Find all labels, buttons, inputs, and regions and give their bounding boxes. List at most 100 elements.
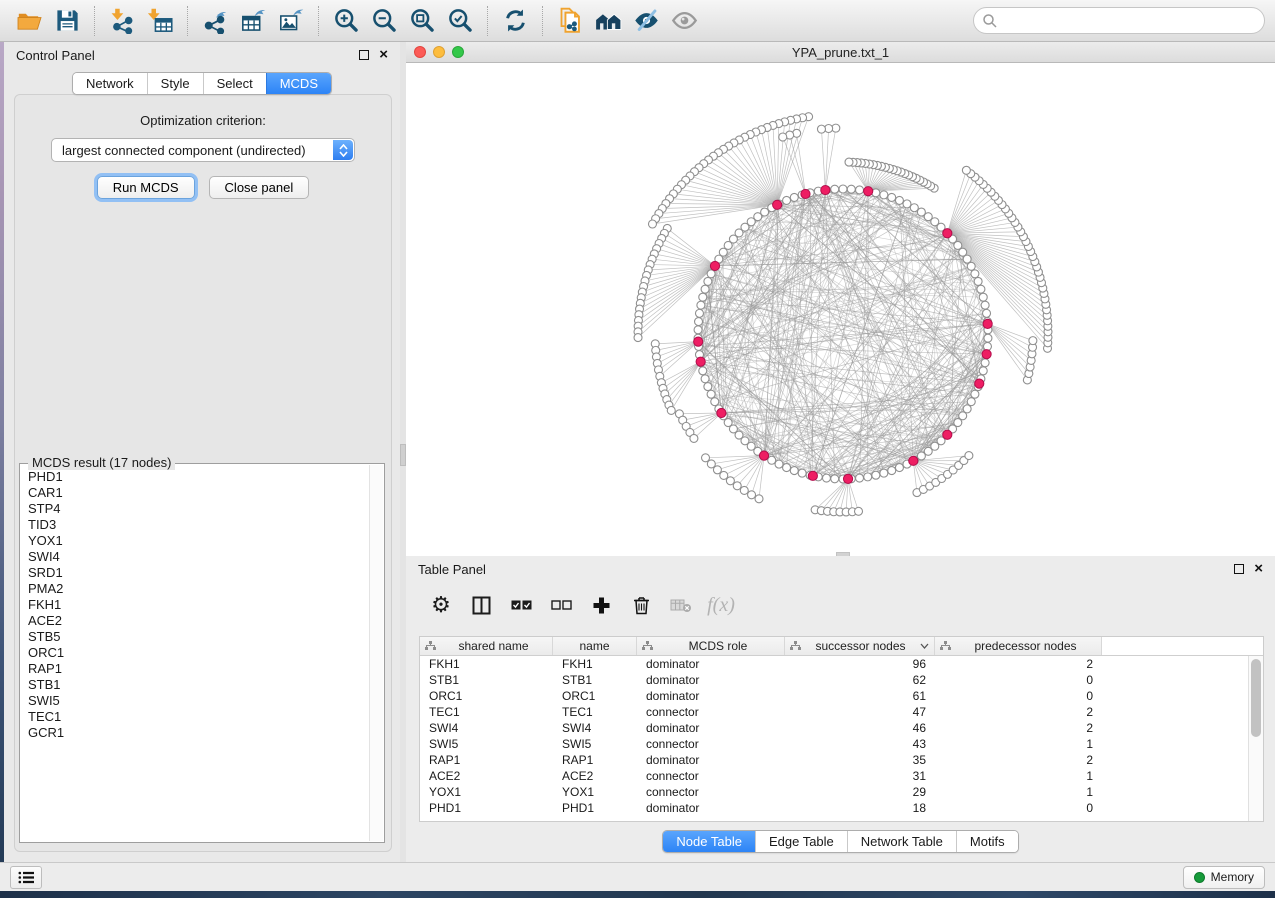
leaf-node[interactable] [667,406,675,414]
ring-node[interactable] [888,467,896,475]
ring-node[interactable] [839,185,847,193]
zoom-out-button[interactable] [367,4,401,38]
refresh-view-button[interactable] [498,4,532,38]
ring-node[interactable] [711,398,719,406]
mcds-hub-node[interactable] [759,451,768,460]
ring-node[interactable] [872,471,880,479]
mcds-result-item[interactable]: SRD1 [28,565,362,581]
ring-node[interactable] [963,405,971,413]
ring-node[interactable] [783,196,791,204]
mcds-result-item[interactable]: SWI5 [28,693,362,709]
mcds-hub-node[interactable] [943,430,952,439]
deselect-all-rows-button[interactable] [546,592,576,618]
leaf-node[interactable] [845,158,853,166]
mcds-result-item[interactable]: ORC1 [28,645,362,661]
tab-network-table[interactable]: Network Table [847,831,956,852]
mcds-result-item[interactable]: PMA2 [28,581,362,597]
ring-node[interactable] [888,193,896,201]
column-header-successor-nodes[interactable]: successor nodes [785,637,935,655]
mcds-hub-node[interactable] [982,350,991,359]
ring-node[interactable] [880,469,888,477]
ring-node[interactable] [856,186,864,194]
leaf-node[interactable] [726,477,734,485]
float-panel-icon[interactable] [359,50,369,60]
tab-select[interactable]: Select [203,73,266,94]
save-session-button[interactable] [50,4,84,38]
ring-node[interactable] [864,473,872,481]
import-table-button[interactable] [143,4,177,38]
table-settings-button[interactable]: ⚙ [426,592,456,618]
leaf-node[interactable] [1029,337,1037,345]
import-network-button[interactable] [105,4,139,38]
table-scrollbar[interactable] [1248,656,1263,821]
ring-node[interactable] [783,464,791,472]
mcds-hub-node[interactable] [694,337,703,346]
ring-node[interactable] [967,398,975,406]
ring-node[interactable] [701,375,709,383]
mcds-result-item[interactable]: ACE2 [28,613,362,629]
ring-node[interactable] [981,301,989,309]
ring-node[interactable] [977,285,985,293]
ring-node[interactable] [704,383,712,391]
ring-node[interactable] [981,359,989,367]
ring-node[interactable] [979,293,987,301]
table-row[interactable]: PHD1PHD1dominator180 [420,800,1248,816]
table-row[interactable]: YOX1YOX1connector291 [420,784,1248,800]
export-network-button[interactable] [198,4,232,38]
mcds-hub-node[interactable] [821,185,830,194]
tab-mcds[interactable]: MCDS [266,73,331,94]
mcds-hub-node[interactable] [843,474,852,483]
leaf-node[interactable] [733,482,741,490]
mcds-result-item[interactable]: PHD1 [28,469,362,485]
ring-node[interactable] [847,185,855,193]
mcds-hub-node[interactable] [943,229,952,238]
ring-node[interactable] [903,200,911,208]
zoom-selected-button[interactable] [443,4,477,38]
optimization-criterion-select[interactable]: largest connected component (undirected) [51,138,355,162]
leaf-node[interactable] [965,452,973,460]
mcds-result-item[interactable]: TID3 [28,517,362,533]
task-history-button[interactable] [10,866,42,889]
table-row[interactable]: STB1STB1dominator620 [420,672,1248,688]
ring-node[interactable] [699,293,707,301]
ring-node[interactable] [895,464,903,472]
zoom-in-button[interactable] [329,4,363,38]
run-mcds-button[interactable]: Run MCDS [97,176,195,199]
ring-node[interactable] [971,390,979,398]
export-table-button[interactable] [236,4,270,38]
ring-node[interactable] [856,474,864,482]
mcds-hub-node[interactable] [983,319,992,328]
ring-node[interactable] [895,196,903,204]
mcds-result-item[interactable]: CAR1 [28,485,362,501]
close-table-panel-icon[interactable]: × [1254,564,1263,574]
ring-node[interactable] [694,326,702,334]
tab-edge-table[interactable]: Edge Table [755,831,847,852]
open-session-button[interactable] [12,4,46,38]
leaf-node[interactable] [817,125,825,133]
table-row[interactable]: SWI5SWI5connector431 [420,736,1248,752]
ring-node[interactable] [790,193,798,201]
zoom-fit-button[interactable] [405,4,439,38]
ring-node[interactable] [971,270,979,278]
close-panel-icon[interactable]: × [379,50,388,60]
mcds-hub-node[interactable] [864,187,873,196]
tab-network[interactable]: Network [73,73,147,94]
ring-node[interactable] [695,318,703,326]
ring-node[interactable] [831,185,839,193]
mcds-result-item[interactable]: STB5 [28,629,362,645]
ring-node[interactable] [775,460,783,468]
table-row[interactable]: RAP1RAP1dominator352 [420,752,1248,768]
add-column-button[interactable] [586,592,616,618]
ring-node[interactable] [974,277,982,285]
ring-node[interactable] [699,367,707,375]
mcds-result-item[interactable]: TEC1 [28,709,362,725]
search-input[interactable] [973,7,1265,34]
leaf-node[interactable] [690,434,698,442]
ring-node[interactable] [831,475,839,483]
split-table-button[interactable] [466,592,496,618]
table-row[interactable]: FKH1FKH1dominator962 [420,656,1248,672]
column-header-MCDS-role[interactable]: MCDS role [637,637,785,655]
leaf-node[interactable] [740,486,748,494]
select-all-rows-button[interactable] [506,592,536,618]
ring-node[interactable] [707,390,715,398]
